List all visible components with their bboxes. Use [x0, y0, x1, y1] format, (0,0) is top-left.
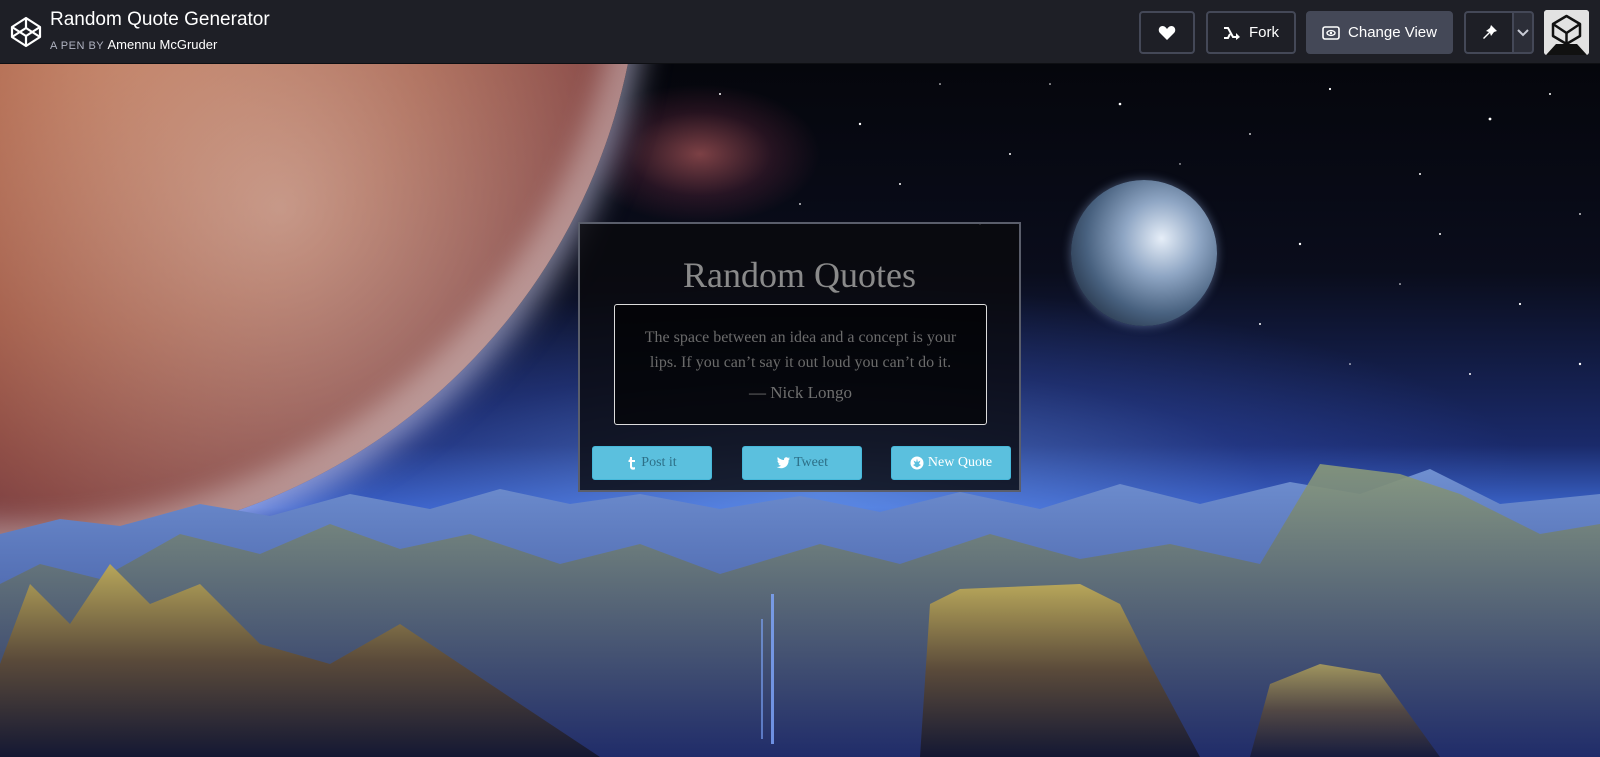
quote-card: Random Quotes The space between an idea … [578, 222, 1021, 492]
heart-icon [1158, 25, 1176, 40]
fork-button[interactable]: Fork [1206, 11, 1296, 54]
author-link[interactable]: Amennu McGruder [107, 37, 217, 52]
tweet-button[interactable]: Tweet [742, 446, 862, 480]
codepen-logo-icon[interactable] [9, 15, 43, 49]
pen-by-label: A PEN BY [50, 40, 105, 52]
fork-label: Fork [1249, 24, 1279, 41]
pin-button[interactable] [1464, 11, 1514, 54]
pin-icon [1483, 24, 1497, 39]
rebel-icon [910, 456, 924, 470]
quote-text: The space between an idea and a concept … [644, 329, 957, 371]
user-avatar[interactable] [1544, 10, 1589, 55]
chevron-down-icon [1517, 28, 1529, 36]
quote-author: — Nick Longo [749, 383, 852, 402]
change-view-label: Change View [1348, 24, 1437, 41]
space-background: Random Quotes The space between an idea … [0, 64, 1600, 757]
new-quote-button[interactable]: New Quote [891, 446, 1011, 480]
card-title: Random Quotes [683, 255, 916, 295]
pen-title[interactable]: Random Quote Generator [50, 9, 270, 31]
new-quote-label: New Quote [927, 455, 993, 470]
post-it-button[interactable]: Post it [592, 446, 712, 480]
like-button[interactable] [1139, 11, 1195, 54]
codepen-avatar-icon [1544, 10, 1589, 55]
codepen-header: Random Quote Generator A PEN BY Amennu M… [0, 0, 1600, 64]
twitter-icon [776, 457, 790, 469]
post-it-label: Post it [641, 455, 677, 470]
quote-box: The space between an idea and a concept … [614, 304, 987, 425]
fork-icon [1224, 26, 1240, 40]
tumblr-icon [628, 456, 636, 470]
tweet-label: Tweet [793, 455, 828, 470]
pen-byline: A PEN BY Amennu McGruder [50, 37, 217, 52]
eye-icon [1322, 25, 1340, 40]
change-view-button[interactable]: Change View [1306, 11, 1453, 54]
pin-menu-button[interactable] [1512, 11, 1534, 54]
